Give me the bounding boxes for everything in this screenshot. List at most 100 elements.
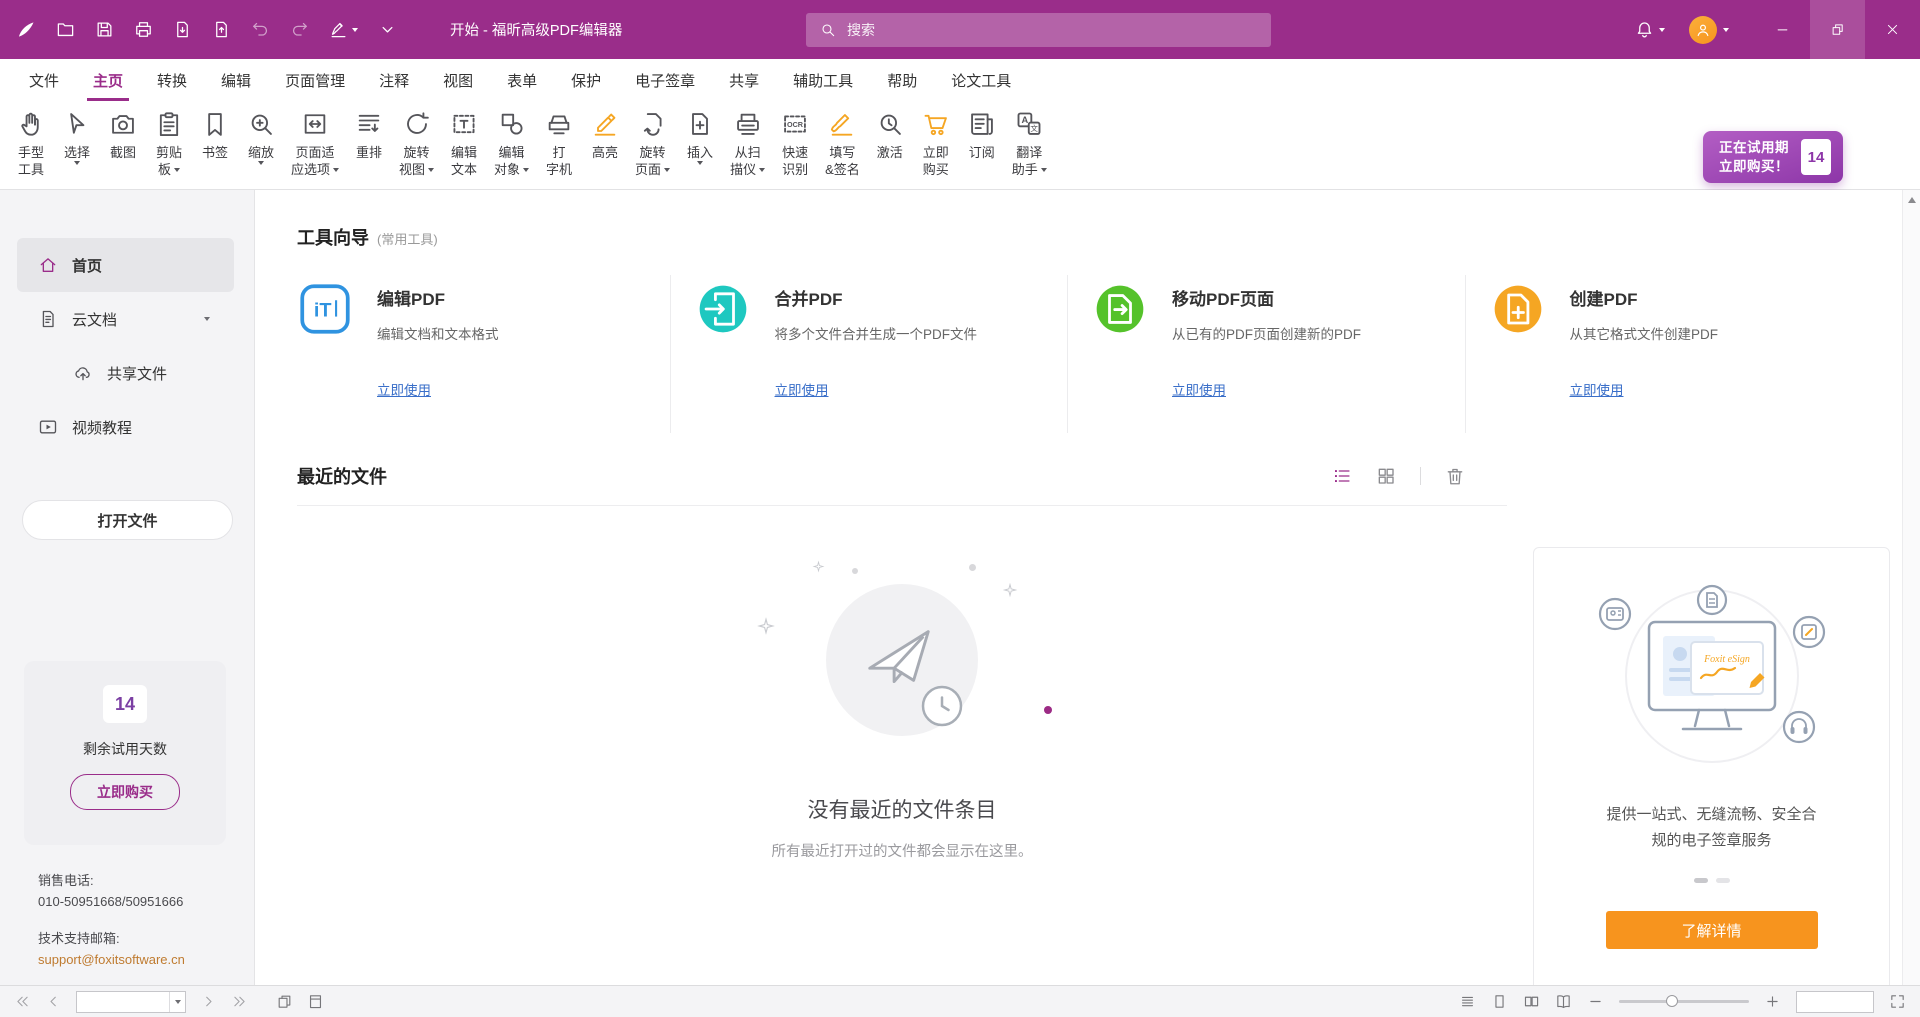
learn-more-button[interactable]: 了解详情 — [1606, 911, 1818, 949]
single-page-button[interactable] — [1491, 993, 1508, 1010]
zoom-level-box[interactable] — [1796, 991, 1874, 1013]
close-button[interactable] — [1865, 0, 1920, 59]
ribbon-tool-subscribe[interactable]: 订阅 — [959, 107, 1005, 161]
menu-item-file[interactable]: 文件 — [12, 59, 76, 101]
global-search[interactable] — [806, 13, 1271, 47]
ribbon-tool-rotate-view[interactable]: 旋转视图 — [392, 107, 441, 178]
carousel-dot-1[interactable] — [1694, 878, 1708, 883]
tool-card-use-link[interactable]: 立即使用 — [377, 379, 431, 399]
ribbon-tool-clipboard[interactable]: 剪贴板 — [146, 107, 192, 178]
notifications-button[interactable] — [1634, 20, 1665, 40]
ribbon-tool-reflow[interactable]: 重排 — [346, 107, 392, 161]
sidebar-item-shared-files[interactable]: 共享文件 — [17, 346, 234, 400]
buy-now-button[interactable]: 立即购买 — [70, 774, 180, 810]
menu-item-esign[interactable]: 电子签章 — [618, 59, 712, 101]
ribbon-tool-from-scanner[interactable]: 从扫描仪 — [723, 107, 772, 178]
list-view-button[interactable] — [1332, 466, 1352, 486]
zoom-slider-thumb[interactable] — [1666, 995, 1678, 1007]
min-button[interactable] — [1755, 0, 1810, 59]
ribbon-tool-snapshot[interactable]: 截图 — [100, 107, 146, 161]
search-input[interactable] — [847, 22, 1259, 38]
undo-icon[interactable] — [250, 20, 270, 40]
tool-card-use-link[interactable]: 立即使用 — [775, 379, 829, 399]
ribbon-tool-rotate-pages[interactable]: 旋转页面 — [628, 107, 677, 178]
share-doc-icon[interactable] — [211, 20, 231, 40]
ribbon-toggle-icon[interactable] — [377, 20, 397, 40]
split-view-button[interactable] — [307, 993, 324, 1010]
menu-item-comment[interactable]: 注释 — [362, 59, 426, 101]
redo-icon[interactable] — [289, 20, 309, 40]
ribbon-tool-buy-now[interactable]: 立即购买 — [913, 107, 959, 178]
menu-item-accessibility-tools[interactable]: 辅助工具 — [776, 59, 870, 101]
carousel-dot-2[interactable] — [1716, 878, 1730, 883]
ribbon-tool-activate[interactable]: 激活 — [867, 107, 913, 161]
page-number-input[interactable] — [77, 995, 169, 1009]
page-number-combobox[interactable] — [76, 991, 186, 1013]
tool-card-create-pdf[interactable]: 创建PDF从其它格式文件创建PDF立即使用 — [1465, 275, 1863, 433]
prev-page-button[interactable] — [45, 993, 62, 1010]
export-doc-icon[interactable] — [172, 20, 192, 40]
last-page-button[interactable] — [231, 993, 248, 1010]
ribbon-tool-bookmark[interactable]: 书签 — [192, 107, 238, 161]
ribbon-tool-fill-sign[interactable]: 填写&签名 — [818, 107, 867, 178]
ribbon-tool-quick-ocr[interactable]: OCR快速识别 — [772, 107, 818, 178]
menu-item-protect[interactable]: 保护 — [554, 59, 618, 101]
facing-pages-button[interactable] — [1523, 993, 1540, 1010]
menu-item-help[interactable]: 帮助 — [870, 59, 934, 101]
ribbon-tool-fit-options[interactable]: 页面适应选项 — [284, 107, 346, 178]
tool-card-merge-pdf[interactable]: 合并PDF将多个文件合并生成一个PDF文件立即使用 — [670, 275, 1068, 433]
new-window-button[interactable] — [276, 993, 293, 1010]
quick-sign-button[interactable] — [328, 20, 358, 40]
open-file-icon[interactable] — [55, 20, 75, 40]
menu-item-edit[interactable]: 编辑 — [204, 59, 268, 101]
empty-illustration — [742, 554, 1062, 766]
zoom-out-button[interactable] — [1587, 993, 1604, 1010]
ribbon-tool-edit-text[interactable]: 编辑文本 — [441, 107, 487, 178]
tool-card-move-pdf-pages[interactable]: 移动PDF页面从已有的PDF页面创建新的PDF立即使用 — [1067, 275, 1465, 433]
account-menu[interactable] — [1689, 16, 1729, 44]
ribbon-tool-label-line: 识别 — [782, 161, 808, 178]
menu-item-home[interactable]: 主页 — [76, 59, 140, 101]
menu-item-view[interactable]: 视图 — [426, 59, 490, 101]
ribbon-tool-highlight[interactable]: 高亮 — [582, 107, 628, 161]
fullscreen-button[interactable] — [1889, 993, 1906, 1010]
menu-item-share[interactable]: 共享 — [712, 59, 776, 101]
ribbon-tool-select[interactable]: 选择 — [54, 107, 100, 165]
ribbon-tool-label: 编辑对象 — [494, 144, 529, 178]
trial-badge[interactable]: 正在试用期 立即购买！ 14 — [1703, 131, 1843, 183]
zoom-level-input[interactable] — [1797, 992, 1873, 1012]
restore-button[interactable] — [1810, 0, 1865, 59]
print-icon[interactable] — [133, 20, 153, 40]
first-page-button[interactable] — [14, 993, 31, 1010]
ribbon-tool-insert[interactable]: 插入 — [677, 107, 723, 165]
sidebar-item-cloud-docs[interactable]: 云文档 — [17, 292, 234, 346]
sidebar-item-home[interactable]: 首页 — [17, 238, 234, 292]
menu-item-thesis-tools[interactable]: 论文工具 — [934, 59, 1028, 101]
ribbon-tool-edit-object[interactable]: 编辑对象 — [487, 107, 536, 178]
vertical-scrollbar[interactable] — [1902, 190, 1920, 985]
ribbon-tool-zoom[interactable]: 缩放 — [238, 107, 284, 165]
scroll-up-arrow[interactable] — [1908, 197, 1916, 203]
tools-guide-title: 工具向导 — [297, 224, 369, 250]
ribbon-tool-translate-assistant[interactable]: A文翻译助手 — [1005, 107, 1054, 178]
clear-recent-button[interactable] — [1445, 466, 1465, 486]
page-dropdown-button[interactable] — [169, 992, 185, 1012]
next-page-button[interactable] — [200, 993, 217, 1010]
scroll-mode-button[interactable] — [1459, 993, 1476, 1010]
save-icon[interactable] — [94, 20, 114, 40]
tool-card-use-link[interactable]: 立即使用 — [1172, 379, 1226, 399]
zoom-slider[interactable] — [1619, 1000, 1749, 1003]
menu-item-convert[interactable]: 转换 — [140, 59, 204, 101]
tool-card-edit-pdf[interactable]: iT编辑PDF编辑文档和文本格式立即使用 — [297, 275, 670, 433]
tool-card-use-link[interactable]: 立即使用 — [1570, 379, 1624, 399]
sidebar-item-video-tutorials[interactable]: 视频教程 — [17, 400, 234, 454]
ribbon-tool-typewriter[interactable]: 打字机 — [536, 107, 582, 178]
menu-item-form[interactable]: 表单 — [490, 59, 554, 101]
grid-view-button[interactable] — [1376, 466, 1396, 486]
open-file-button[interactable]: 打开文件 — [22, 500, 233, 540]
ribbon-tool-hand-tool[interactable]: 手型工具 — [8, 107, 54, 178]
book-view-button[interactable] — [1555, 993, 1572, 1010]
support-email-link[interactable]: support@foxitsoftware.cn — [38, 952, 185, 967]
menu-item-page-organize[interactable]: 页面管理 — [268, 59, 362, 101]
zoom-in-button[interactable] — [1764, 993, 1781, 1010]
